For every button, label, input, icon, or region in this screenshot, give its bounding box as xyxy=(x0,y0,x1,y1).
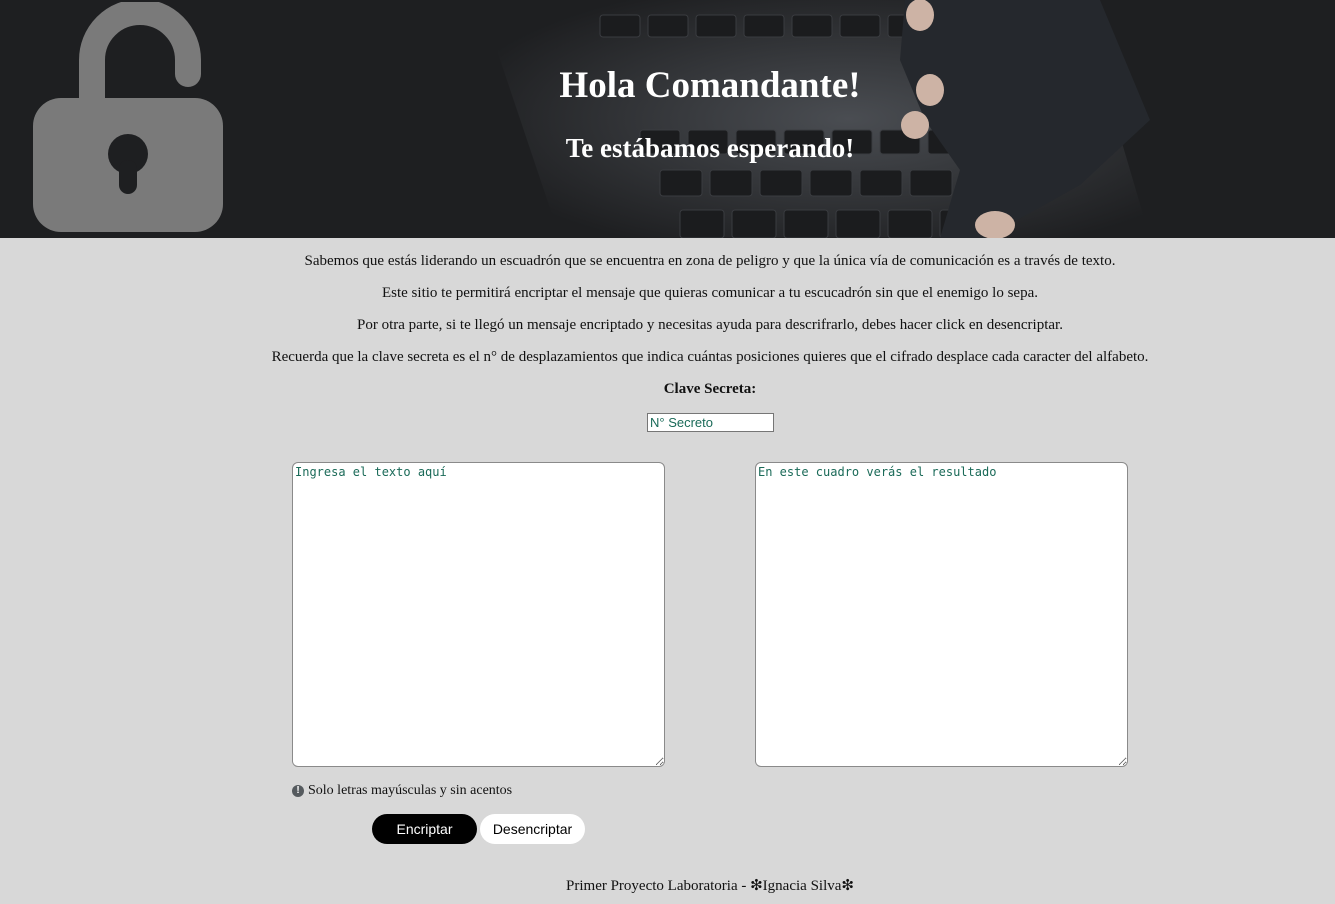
hero-banner: Hola Comandante! Te estábamos esperando! xyxy=(0,0,1335,238)
exclamation-circle-icon: ! xyxy=(292,785,304,797)
encrypt-button[interactable]: Encriptar xyxy=(372,814,477,844)
intro-text-1: Sabemos que estás liderando un escuadrón… xyxy=(304,253,1116,269)
warning-text: Solo letras mayúsculas y sin acentos xyxy=(308,783,513,798)
intro-text-3: Por otra parte, si te llegó un mensaje e… xyxy=(357,317,1063,333)
result-textarea[interactable] xyxy=(755,462,1128,767)
intro-text-4: Recuerda que la clave secreta es el n° d… xyxy=(271,349,1149,365)
secret-key-label: Clave Secreta: xyxy=(663,381,757,397)
secret-key-input[interactable] xyxy=(647,413,774,432)
page-title: Hola Comandante! xyxy=(559,65,861,106)
footer-credit: Primer Proyecto Laboratoria - ❇Ignacia S… xyxy=(566,878,854,894)
warning-note: ! Solo letras mayúsculas y sin acentos xyxy=(292,783,512,799)
unlocked-padlock-icon xyxy=(33,2,223,232)
decrypt-button[interactable]: Desencriptar xyxy=(480,814,585,844)
plaintext-textarea[interactable] xyxy=(292,462,665,767)
page-subtitle: Te estábamos esperando! xyxy=(565,133,855,163)
intro-text-2: Este sitio te permitirá encriptar el men… xyxy=(381,285,1038,301)
